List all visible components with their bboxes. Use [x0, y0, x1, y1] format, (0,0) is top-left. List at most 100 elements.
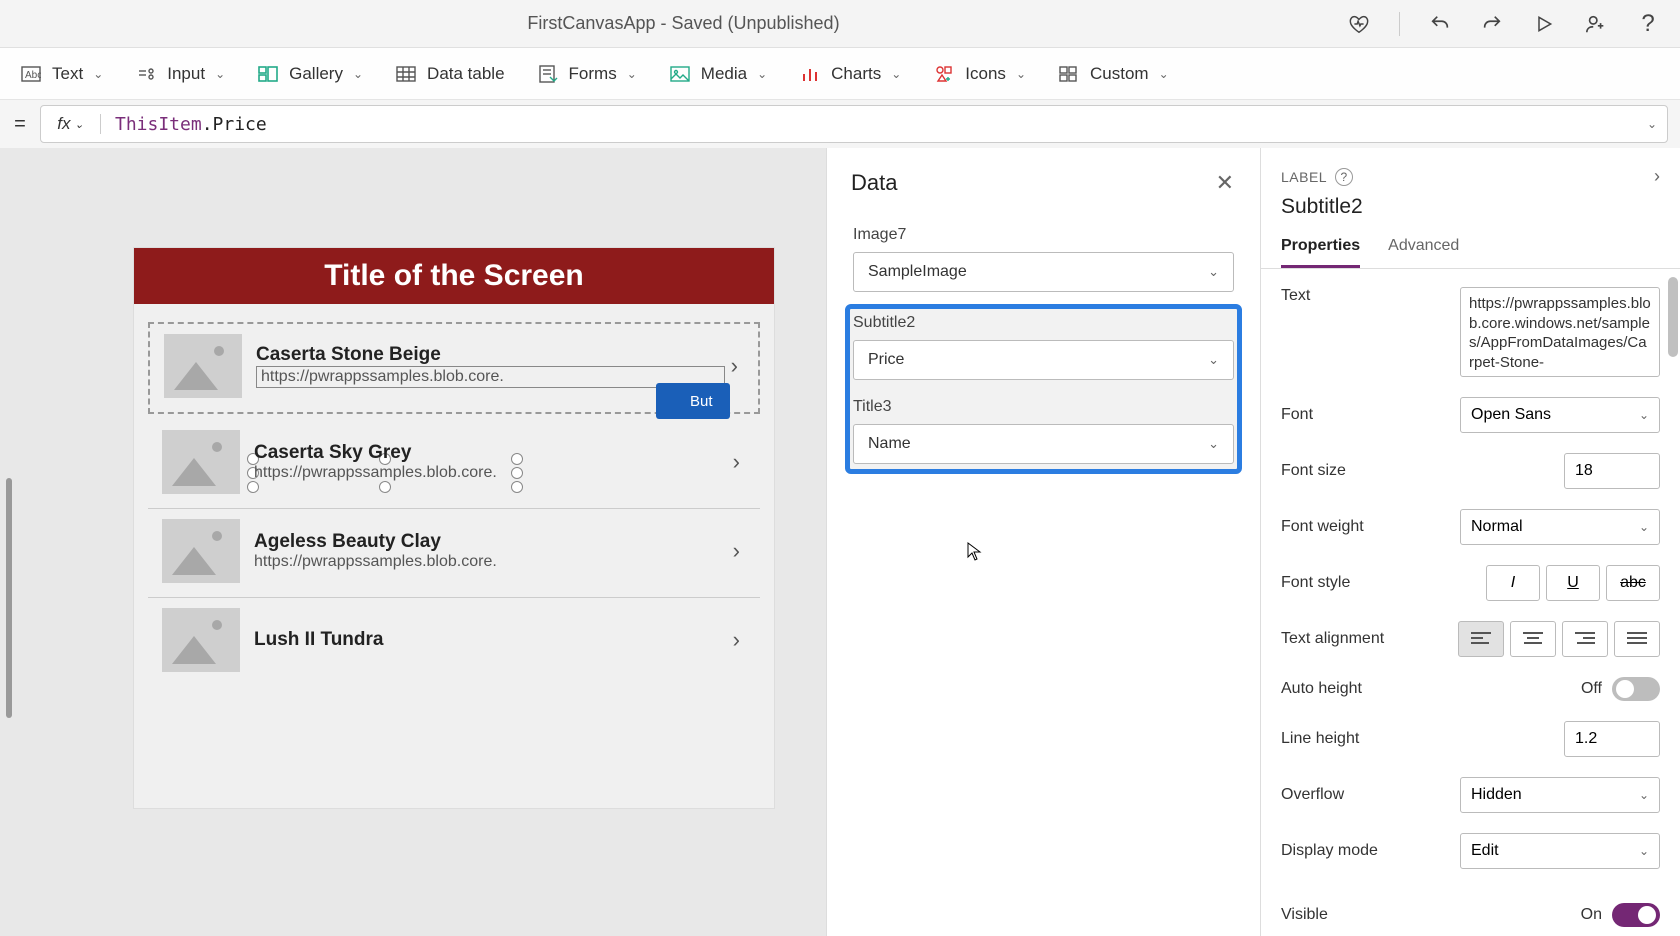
data-panel: Data ✕ Image7 SampleImage⌄ Subtitle2 Pri… [826, 148, 1260, 936]
ribbon-gallery[interactable]: Gallery ⌄ [257, 63, 363, 85]
chevron-down-icon: ⌄ [627, 67, 637, 81]
font-style-group: I U abc [1486, 565, 1660, 601]
prop-font-size-input[interactable]: 18 [1564, 453, 1660, 489]
chevron-right-icon[interactable]: › [727, 627, 746, 653]
prop-display-mode-select[interactable]: Edit⌄ [1460, 833, 1660, 869]
dropdown-value: SampleImage [868, 263, 967, 281]
align-center-button[interactable] [1510, 621, 1556, 657]
chevron-right-icon[interactable]: › [725, 353, 744, 379]
gallery-item[interactable]: Caserta Sky Grey https://pwrappssamples.… [148, 420, 760, 509]
chevron-down-icon: ⌄ [1208, 264, 1219, 280]
chevron-right-icon[interactable]: › [727, 538, 746, 564]
insert-ribbon: Abc Text⌄ Input⌄ Gallery ⌄ Data table For… [0, 48, 1680, 100]
tab-advanced[interactable]: Advanced [1388, 237, 1459, 268]
item-image[interactable] [164, 334, 242, 398]
strikethrough-button[interactable]: abc [1606, 565, 1660, 601]
property-tabs: Properties Advanced [1261, 223, 1680, 269]
button-control-partial[interactable]: But [656, 383, 730, 419]
select-value: Open Sans [1471, 406, 1551, 424]
data-table-icon [395, 63, 417, 85]
item-image[interactable] [162, 430, 240, 494]
toggle-state-label: On [1581, 906, 1602, 924]
health-icon[interactable] [1347, 12, 1371, 36]
divider [1399, 12, 1400, 36]
field-dropdown-title3[interactable]: Name⌄ [853, 424, 1234, 464]
field-dropdown-subtitle2[interactable]: Price ⌄ [853, 340, 1234, 380]
visible-toggle[interactable] [1612, 903, 1660, 927]
ribbon-input[interactable]: Input⌄ [135, 63, 225, 85]
align-left-button[interactable] [1458, 621, 1504, 657]
formula-expand[interactable]: ⌄ [1637, 117, 1667, 131]
share-icon[interactable] [1584, 12, 1608, 36]
screen-preview[interactable]: Title of the Screen Caserta Stone Beige … [134, 248, 774, 808]
chevron-down-icon: ⌄ [353, 67, 363, 81]
item-subtitle[interactable]: https://pwrappssamples.blob.core. [256, 366, 725, 388]
item-image[interactable] [162, 608, 240, 672]
properties-panel: LABEL? › Subtitle2 Properties Advanced T… [1260, 148, 1680, 936]
ribbon-data-table[interactable]: Data table [395, 63, 505, 85]
auto-height-toggle[interactable] [1612, 677, 1660, 701]
gallery-control[interactable]: Caserta Stone Beige https://pwrappssampl… [134, 304, 774, 686]
forms-icon [537, 63, 559, 85]
select-value: Hidden [1471, 786, 1522, 804]
charts-icon [799, 63, 821, 85]
properties-list[interactable]: Text https://pwrappssamples.blob.core.wi… [1261, 269, 1680, 936]
dropdown-value: Name [868, 435, 911, 453]
prop-label-overflow: Overflow [1281, 786, 1344, 804]
prop-text-value[interactable]: https://pwrappssamples.blob.core.windows… [1460, 287, 1660, 377]
formula-input[interactable]: ThisItem.Price [101, 114, 1637, 135]
redo-icon[interactable] [1480, 12, 1504, 36]
prop-font-weight-select[interactable]: Normal⌄ [1460, 509, 1660, 545]
chevron-down-icon: ⌄ [1639, 520, 1649, 534]
gallery-item[interactable]: Lush II Tundra › [148, 598, 760, 686]
main-area: Title of the Screen Caserta Stone Beige … [0, 148, 1680, 936]
chevron-right-icon[interactable]: › [1654, 166, 1660, 187]
undo-icon[interactable] [1428, 12, 1452, 36]
help-icon[interactable]: ? [1636, 12, 1660, 36]
gallery-item[interactable]: Ageless Beauty Clay https://pwrappssampl… [148, 509, 760, 598]
tab-properties[interactable]: Properties [1281, 237, 1360, 268]
chevron-down-icon: ⌄ [93, 67, 103, 81]
play-icon[interactable] [1532, 12, 1556, 36]
prop-font-select[interactable]: Open Sans ⌄ [1460, 397, 1660, 433]
canvas-wrap: Title of the Screen Caserta Stone Beige … [16, 148, 826, 936]
scrollbar-thumb[interactable] [1668, 277, 1678, 357]
data-field-highlighted-group: Subtitle2 Price⌄ Title3 Name⌄ [849, 308, 1238, 470]
ribbon-forms[interactable]: Forms⌄ [537, 63, 637, 85]
item-image[interactable] [162, 519, 240, 583]
help-icon[interactable]: ? [1335, 168, 1353, 186]
chevron-down-icon: ⌄ [1016, 67, 1026, 81]
ribbon-charts[interactable]: Charts⌄ [799, 63, 901, 85]
prop-line-height-input[interactable]: 1.2 [1564, 721, 1660, 757]
item-title[interactable]: Caserta Stone Beige [256, 344, 725, 366]
item-title: Caserta Sky Grey [254, 442, 727, 464]
left-scrollbar[interactable] [0, 148, 16, 936]
field-dropdown-image7[interactable]: SampleImage ⌄ [853, 252, 1234, 292]
prop-overflow-select[interactable]: Hidden⌄ [1460, 777, 1660, 813]
close-icon[interactable]: ✕ [1216, 170, 1234, 196]
chevron-right-icon[interactable]: › [727, 449, 746, 475]
ribbon-media[interactable]: Media⌄ [669, 63, 767, 85]
ribbon-custom-label: Custom [1090, 64, 1149, 84]
align-justify-button[interactable] [1614, 621, 1660, 657]
title-actions: ? [1347, 12, 1660, 36]
ribbon-gallery-label: Gallery [289, 64, 343, 84]
equals-icon: = [12, 113, 28, 136]
chevron-down-icon: ⌄ [1208, 352, 1219, 368]
text-align-group [1458, 621, 1660, 657]
ribbon-icons[interactable]: Icons⌄ [933, 63, 1026, 85]
svg-text:Abc: Abc [25, 70, 41, 81]
prop-label-auto-height: Auto height [1281, 680, 1362, 698]
ribbon-custom[interactable]: Custom ⌄ [1058, 63, 1169, 85]
fx-dropdown[interactable]: fx⌄ [41, 114, 101, 134]
underline-button[interactable]: U [1546, 565, 1600, 601]
input-icon [135, 63, 157, 85]
ribbon-text[interactable]: Abc Text⌄ [20, 63, 103, 85]
italic-button[interactable]: I [1486, 565, 1540, 601]
dropdown-value: Price [868, 351, 904, 369]
chevron-down-icon: ⌄ [1159, 67, 1169, 81]
prop-label-font-weight: Font weight [1281, 518, 1364, 536]
chevron-down-icon: ⌄ [1639, 408, 1649, 422]
title-bar: FirstCanvasApp - Saved (Unpublished) ? [0, 0, 1680, 48]
align-right-button[interactable] [1562, 621, 1608, 657]
